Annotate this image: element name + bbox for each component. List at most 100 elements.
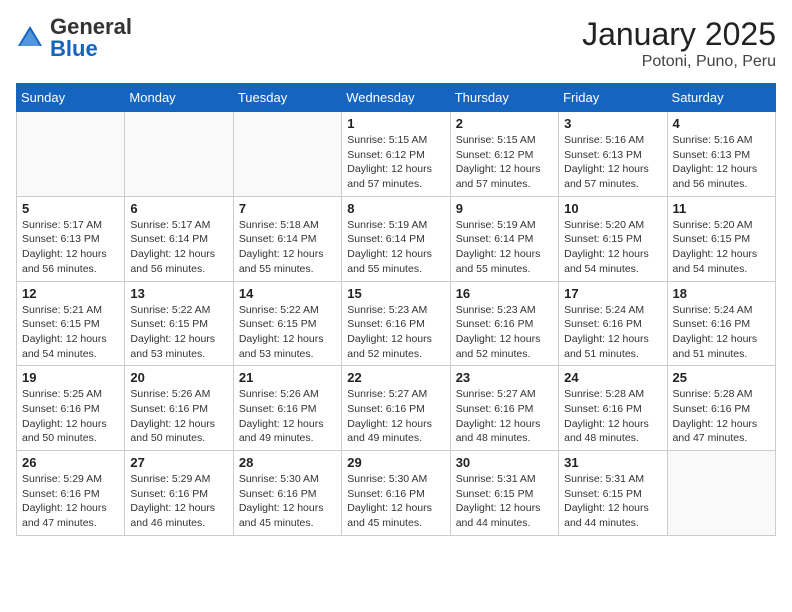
day-cell: 5Sunrise: 5:17 AMSunset: 6:13 PMDaylight… (17, 196, 125, 281)
weekday-header-wednesday: Wednesday (342, 84, 450, 112)
day-cell: 21 Sunrise: 5:26 AMSunset: 6:16 PMDayligh… (233, 366, 341, 451)
day-info: Sunrise: 5:21 AMSunset: 6:15 PMDaylight:… (22, 303, 119, 362)
day-number: 23 (456, 370, 553, 385)
day-number: 16 (456, 286, 553, 301)
week-row-1: 1 Sunrise: 5:15 AMSunset: 6:12 PMDaylight… (17, 112, 776, 197)
day-cell: 9Sunrise: 5:19 AMSunset: 6:14 PMDaylight… (450, 196, 558, 281)
day-number: 26 (22, 455, 119, 470)
day-cell (17, 112, 125, 197)
day-number: 18 (673, 286, 770, 301)
day-cell: 10Sunrise: 5:20 AMSunset: 6:15 PMDayligh… (559, 196, 667, 281)
day-info: Sunrise: 5:31 AMSunset: 6:15 PMDaylight:… (564, 472, 661, 531)
day-cell: 8 Sunrise: 5:19 AMSunset: 6:14 PMDaylight… (342, 196, 450, 281)
day-number: 29 (347, 455, 444, 470)
day-number: 17 (564, 286, 661, 301)
day-info: Sunrise: 5:29 AMSunset: 6:16 PMDaylight:… (130, 472, 227, 531)
day-info: Sunrise: 5:20 AMSunset: 6:15 PMDaylight:… (673, 218, 770, 277)
day-number: 14 (239, 286, 336, 301)
day-number: 11 (673, 201, 770, 216)
day-cell: 15 Sunrise: 5:23 AMSunset: 6:16 PMDayligh… (342, 281, 450, 366)
day-cell: 6Sunrise: 5:17 AMSunset: 6:14 PMDaylight… (125, 196, 233, 281)
day-cell: 28Sunrise: 5:30 AMSunset: 6:16 PMDayligh… (233, 451, 341, 536)
calendar: SundayMondayTuesdayWednesdayThursdayFrid… (16, 83, 776, 536)
weekday-header-row: SundayMondayTuesdayWednesdayThursdayFrid… (17, 84, 776, 112)
day-number: 31 (564, 455, 661, 470)
day-cell: 4 Sunrise: 5:16 AMSunset: 6:13 PMDaylight… (667, 112, 775, 197)
day-number: 21 (239, 370, 336, 385)
day-cell: 25Sunrise: 5:28 AMSunset: 6:16 PMDayligh… (667, 366, 775, 451)
day-info: Sunrise: 5:16 AMSunset: 6:13 PMDaylight:… (673, 133, 770, 192)
day-number: 19 (22, 370, 119, 385)
day-cell: 19 Sunrise: 5:25 AMSunset: 6:16 PMDayligh… (17, 366, 125, 451)
day-cell: 27 Sunrise: 5:29 AMSunset: 6:16 PMDayligh… (125, 451, 233, 536)
day-cell: 14 Sunrise: 5:22 AMSunset: 6:15 PMDayligh… (233, 281, 341, 366)
day-number: 20 (130, 370, 227, 385)
day-number: 3 (564, 116, 661, 131)
weekday-header-thursday: Thursday (450, 84, 558, 112)
day-info: Sunrise: 5:18 AMSunset: 6:14 PMDaylight:… (239, 218, 336, 277)
logo-icon (16, 24, 44, 52)
weekday-header-tuesday: Tuesday (233, 84, 341, 112)
day-info: Sunrise: 5:17 AMSunset: 6:14 PMDaylight:… (130, 218, 227, 277)
location: Potoni, Puno, Peru (582, 53, 776, 71)
day-cell: 2Sunrise: 5:15 AMSunset: 6:12 PMDaylight… (450, 112, 558, 197)
day-number: 30 (456, 455, 553, 470)
day-cell (667, 451, 775, 536)
day-info: Sunrise: 5:23 AMSunset: 6:16 PMDaylight:… (347, 303, 444, 362)
day-info: Sunrise: 5:28 AMSunset: 6:16 PMDaylight:… (564, 387, 661, 446)
day-number: 15 (347, 286, 444, 301)
day-number: 5 (22, 201, 119, 216)
day-cell: 23 Sunrise: 5:27 AMSunset: 6:16 PMDayligh… (450, 366, 558, 451)
day-cell: 26 Sunrise: 5:29 AMSunset: 6:16 PMDayligh… (17, 451, 125, 536)
day-info: Sunrise: 5:19 AMSunset: 6:14 PMDaylight:… (347, 218, 444, 277)
day-info: Sunrise: 5:26 AMSunset: 6:16 PMDaylight:… (239, 387, 336, 446)
month-title: January 2025 (582, 16, 776, 53)
day-info: Sunrise: 5:25 AMSunset: 6:16 PMDaylight:… (22, 387, 119, 446)
week-row-2: 5Sunrise: 5:17 AMSunset: 6:13 PMDaylight… (17, 196, 776, 281)
week-row-5: 26 Sunrise: 5:29 AMSunset: 6:16 PMDayligh… (17, 451, 776, 536)
day-cell: 12Sunrise: 5:21 AMSunset: 6:15 PMDayligh… (17, 281, 125, 366)
day-cell: 13Sunrise: 5:22 AMSunset: 6:15 PMDayligh… (125, 281, 233, 366)
day-cell: 22 Sunrise: 5:27 AMSunset: 6:16 PMDayligh… (342, 366, 450, 451)
day-cell: 29 Sunrise: 5:30 AMSunset: 6:16 PMDayligh… (342, 451, 450, 536)
day-info: Sunrise: 5:22 AMSunset: 6:15 PMDaylight:… (239, 303, 336, 362)
day-info: Sunrise: 5:19 AMSunset: 6:14 PMDaylight:… (456, 218, 553, 277)
page-header: General Blue January 2025 Potoni, Puno, … (16, 16, 776, 71)
day-info: Sunrise: 5:27 AMSunset: 6:16 PMDaylight:… (347, 387, 444, 446)
day-cell: 20 Sunrise: 5:26 AMSunset: 6:16 PMDayligh… (125, 366, 233, 451)
day-cell: 17 Sunrise: 5:24 AMSunset: 6:16 PMDayligh… (559, 281, 667, 366)
logo: General Blue (16, 16, 132, 60)
day-info: Sunrise: 5:27 AMSunset: 6:16 PMDaylight:… (456, 387, 553, 446)
day-number: 22 (347, 370, 444, 385)
day-number: 24 (564, 370, 661, 385)
day-info: Sunrise: 5:15 AMSunset: 6:12 PMDaylight:… (347, 133, 444, 192)
day-info: Sunrise: 5:24 AMSunset: 6:16 PMDaylight:… (673, 303, 770, 362)
day-number: 7 (239, 201, 336, 216)
day-info: Sunrise: 5:30 AMSunset: 6:16 PMDaylight:… (347, 472, 444, 531)
logo-text: General Blue (50, 16, 132, 60)
day-number: 4 (673, 116, 770, 131)
day-number: 8 (347, 201, 444, 216)
day-cell: 11 Sunrise: 5:20 AMSunset: 6:15 PMDayligh… (667, 196, 775, 281)
day-cell: 30Sunrise: 5:31 AMSunset: 6:15 PMDayligh… (450, 451, 558, 536)
day-info: Sunrise: 5:24 AMSunset: 6:16 PMDaylight:… (564, 303, 661, 362)
day-number: 1 (347, 116, 444, 131)
day-cell: 3 Sunrise: 5:16 AMSunset: 6:13 PMDaylight… (559, 112, 667, 197)
week-row-4: 19 Sunrise: 5:25 AMSunset: 6:16 PMDayligh… (17, 366, 776, 451)
day-info: Sunrise: 5:28 AMSunset: 6:16 PMDaylight:… (673, 387, 770, 446)
day-cell: 24 Sunrise: 5:28 AMSunset: 6:16 PMDayligh… (559, 366, 667, 451)
day-info: Sunrise: 5:16 AMSunset: 6:13 PMDaylight:… (564, 133, 661, 192)
day-number: 27 (130, 455, 227, 470)
weekday-header-saturday: Saturday (667, 84, 775, 112)
day-cell (233, 112, 341, 197)
day-number: 28 (239, 455, 336, 470)
day-info: Sunrise: 5:26 AMSunset: 6:16 PMDaylight:… (130, 387, 227, 446)
day-info: Sunrise: 5:29 AMSunset: 6:16 PMDaylight:… (22, 472, 119, 531)
day-number: 13 (130, 286, 227, 301)
day-cell (125, 112, 233, 197)
day-cell: 31 Sunrise: 5:31 AMSunset: 6:15 PMDayligh… (559, 451, 667, 536)
day-number: 10 (564, 201, 661, 216)
day-cell: 16Sunrise: 5:23 AMSunset: 6:16 PMDayligh… (450, 281, 558, 366)
title-block: January 2025 Potoni, Puno, Peru (582, 16, 776, 71)
weekday-header-sunday: Sunday (17, 84, 125, 112)
